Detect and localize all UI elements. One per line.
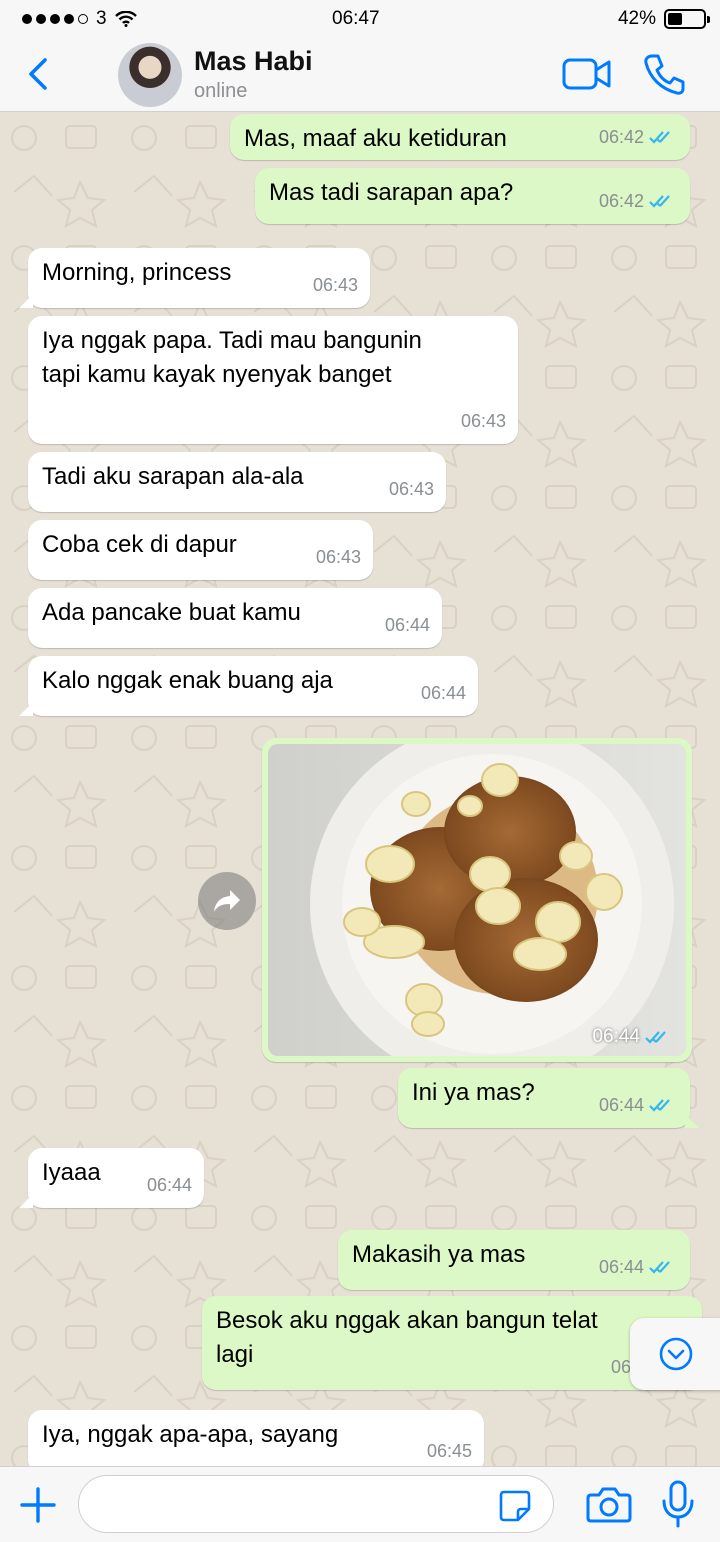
message-meta: 06:44 <box>599 1088 678 1122</box>
message-time: 06:44 <box>598 1095 644 1115</box>
chat-area[interactable]: Mas, maaf aku ketiduran 06:42 Mas tadi sar… <box>0 112 720 1466</box>
message-text: Coba cek di dapur <box>42 531 237 558</box>
message-meta: 06:43 <box>389 472 434 506</box>
incoming-message[interactable]: Iya, nggak apa-apa, sayang 06:45 <box>28 1410 484 1466</box>
scroll-to-bottom-button[interactable] <box>630 1318 720 1390</box>
message-time: 06:42 <box>598 127 644 147</box>
message-time: 06:42 <box>598 191 644 211</box>
message-text: Iya nggak papa. Tadi mau bangunin tapi k… <box>42 327 422 388</box>
carrier-name: 3 <box>96 8 107 29</box>
message-meta: 06:43 <box>461 404 506 438</box>
read-ticks-icon <box>649 1261 670 1274</box>
camera-button[interactable] <box>586 1483 632 1525</box>
message-time: 06:44 <box>384 615 430 635</box>
read-ticks-icon <box>649 131 670 144</box>
message-meta: 06:43 <box>316 540 361 574</box>
status-left: 3 <box>22 8 137 30</box>
message-time: 06:43 <box>388 479 434 499</box>
incoming-message[interactable]: Coba cek di dapur 06:43 <box>28 520 373 580</box>
phone-icon <box>644 54 685 95</box>
message-time: 06:43 <box>460 411 506 431</box>
message-input[interactable] <box>78 1475 554 1533</box>
incoming-message[interactable]: Morning, princess 06:43 <box>19 248 370 308</box>
forward-arrow-icon <box>214 890 240 912</box>
status-right: 42% <box>617 8 710 30</box>
sticker-button[interactable] <box>498 1489 532 1523</box>
message-meta: 06:44 <box>421 676 466 710</box>
message-time: 06:43 <box>315 547 361 567</box>
message-time: 06:44 <box>598 1257 644 1277</box>
pancake-photo[interactable] <box>268 744 686 1056</box>
outgoing-message[interactable]: Mas, maaf aku ketiduran 06:42 <box>230 114 690 160</box>
incoming-message[interactable]: Iyaaa 06:44 <box>19 1148 204 1208</box>
image-time: 06:44 <box>592 1026 640 1047</box>
read-ticks-icon <box>649 195 670 208</box>
read-ticks-icon <box>645 1031 666 1044</box>
camera-icon <box>586 1487 632 1523</box>
outgoing-message[interactable]: Mas tadi sarapan apa? 06:42 <box>255 168 690 224</box>
microphone-icon <box>662 1480 694 1528</box>
incoming-message[interactable]: Kalo nggak enak buang aja 06:44 <box>19 656 478 716</box>
chat-header: Mas Habi online <box>0 38 720 112</box>
image-message[interactable]: 06:44 <box>262 738 692 1062</box>
contact-name[interactable]: Mas Habi <box>194 46 313 77</box>
chevron-down-circle-icon <box>659 1337 693 1371</box>
message-text: Iya, nggak apa-apa, sayang <box>42 1421 339 1448</box>
message-meta: 06:45 <box>427 1434 472 1466</box>
contact-avatar[interactable] <box>118 43 182 107</box>
message-text: Morning, princess <box>42 259 232 286</box>
back-button[interactable] <box>18 52 58 96</box>
video-call-button[interactable] <box>562 56 612 92</box>
chevron-left-icon <box>29 58 47 90</box>
status-bar: 3 06:47 42% <box>0 0 720 38</box>
message-meta: 06:44 <box>599 1250 678 1284</box>
message-input-bar <box>0 1466 720 1542</box>
message-time: 06:44 <box>146 1175 192 1195</box>
outgoing-message[interactable]: Ini ya mas? 06:44 <box>398 1068 699 1128</box>
message-time: 06:44 <box>420 683 466 703</box>
message-text: Ada pancake buat kamu <box>42 599 301 626</box>
message-time: 06:43 <box>312 275 358 295</box>
battery-icon <box>664 9 710 29</box>
signal-strength-icon <box>22 14 88 24</box>
contact-status: online <box>194 80 248 102</box>
incoming-message[interactable]: Ada pancake buat kamu 06:44 <box>28 588 442 648</box>
wifi-icon <box>114 11 137 27</box>
video-camera-icon <box>562 58 611 90</box>
plus-icon <box>20 1487 56 1523</box>
incoming-message[interactable]: Iya nggak papa. Tadi mau bangunin tapi k… <box>28 316 518 444</box>
message-meta: 06:44 <box>147 1168 192 1202</box>
incoming-message[interactable]: Tadi aku sarapan ala-ala 06:43 <box>28 452 446 512</box>
outgoing-message[interactable]: Besok aku nggak akan bangun telat lagi06… <box>202 1296 711 1390</box>
attach-button[interactable] <box>18 1485 58 1525</box>
battery-percent: 42% <box>617 8 656 29</box>
message-meta: 06:42 <box>599 120 678 154</box>
message-text: Tadi aku sarapan ala-ala <box>42 463 304 490</box>
clock: 06:47 <box>332 8 380 29</box>
message-meta: 06:43 <box>313 268 358 302</box>
message-meta: 06:42 <box>599 184 678 218</box>
voice-call-button[interactable] <box>642 52 686 96</box>
microphone-button[interactable] <box>660 1479 696 1529</box>
message-time: 06:45 <box>426 1441 472 1461</box>
message-meta: 06:44 <box>385 608 430 642</box>
battery-level <box>668 13 683 25</box>
read-ticks-icon <box>649 1099 670 1112</box>
image-timestamp: 06:44 <box>592 1026 674 1048</box>
sticker-icon <box>499 1490 531 1522</box>
outgoing-message[interactable]: Makasih ya mas 06:44 <box>338 1230 690 1290</box>
message-text: Kalo nggak enak buang aja <box>42 667 333 694</box>
forward-button[interactable] <box>198 872 256 930</box>
